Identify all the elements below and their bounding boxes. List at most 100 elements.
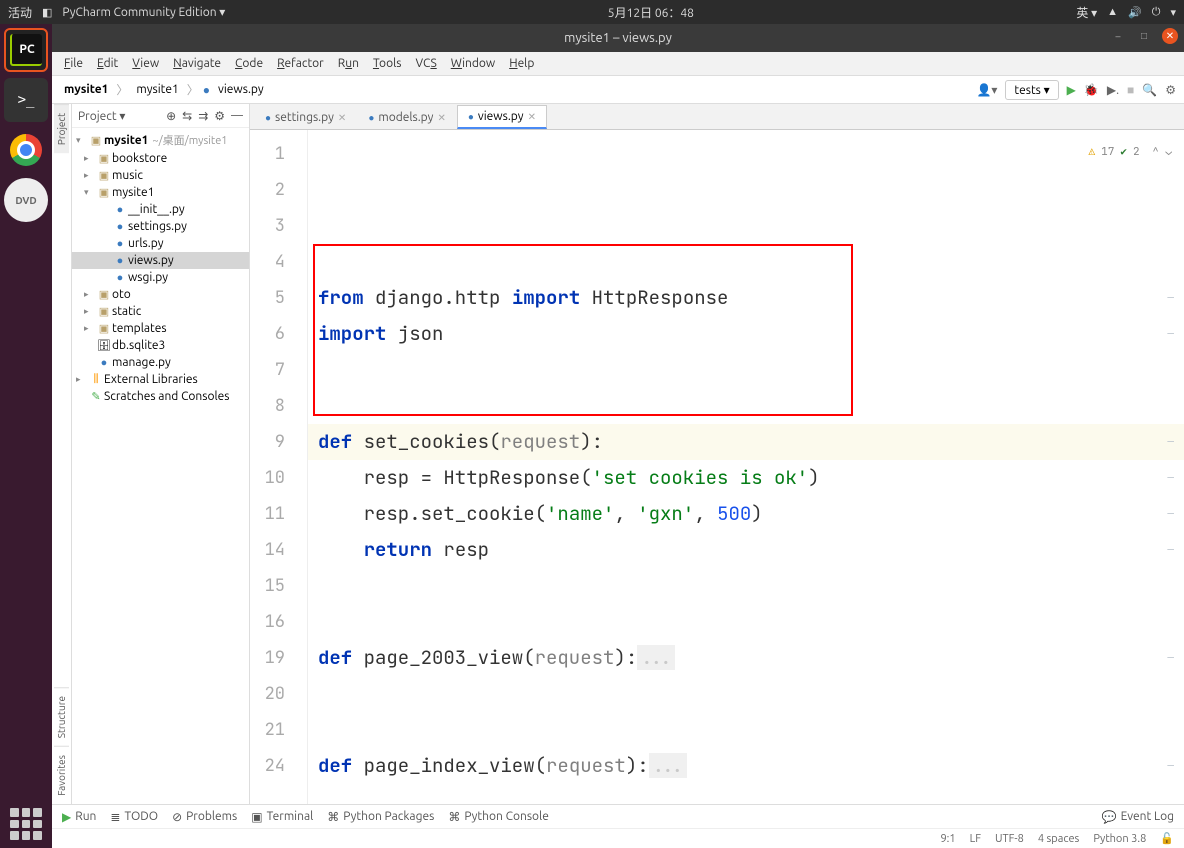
menu-tools[interactable]: Tools xyxy=(367,57,408,70)
left-tool-strip: Project Structure Favorites xyxy=(52,104,72,804)
input-method-indicator[interactable]: 英 ▾ xyxy=(1076,4,1097,21)
project-view-selector[interactable]: Project ▾ xyxy=(78,109,125,123)
power-icon[interactable]: ⏻ xyxy=(1152,6,1161,19)
project-tree: ▾▣mysite1~/桌面/mysite1 ▸▣bookstore ▸▣musi… xyxy=(72,128,249,804)
tool-python-console[interactable]: ⌘ Python Console xyxy=(448,810,549,824)
tool-terminal[interactable]: ▣ Terminal xyxy=(251,810,313,824)
bottom-tool-strip: ▶Run ≣ TODO ⊘ Problems ▣ Terminal ⌘ Pyth… xyxy=(52,804,1184,828)
project-gear-icon[interactable]: ⚙ xyxy=(214,109,225,123)
navigation-bar: mysite1 〉 mysite1 〉 ● views.py 👤▾ tests … xyxy=(52,76,1184,104)
window-close-icon[interactable]: ✕ xyxy=(1162,28,1178,44)
dock-chrome[interactable] xyxy=(4,128,48,172)
debug-icon[interactable]: 🐞 xyxy=(1084,83,1099,97)
tree-views[interactable]: ●views.py xyxy=(72,252,249,269)
tree-manage[interactable]: ●manage.py xyxy=(72,354,249,371)
pycharm-window: mysite1 – views.py – □ ✕ File Edit View … xyxy=(52,24,1184,848)
panel-datetime[interactable]: 5月12日 06：48 xyxy=(225,4,1076,21)
menu-edit[interactable]: Edit xyxy=(91,57,124,70)
breadcrumb-folder[interactable]: mysite1 xyxy=(132,81,182,98)
tree-scratches[interactable]: ✎Scratches and Consoles xyxy=(72,388,249,405)
project-options-icon[interactable]: ⇉ xyxy=(198,109,208,123)
tree-static[interactable]: ▸▣static xyxy=(72,303,249,320)
window-maximize-icon[interactable]: □ xyxy=(1136,28,1152,44)
menu-window[interactable]: Window xyxy=(445,57,501,70)
tool-event-log[interactable]: 💬 Event Log xyxy=(1102,810,1174,824)
tool-problems[interactable]: ⊘ Problems xyxy=(172,810,237,824)
status-bar: 9:1 LF UTF-8 4 spaces Python 3.8 🔓 xyxy=(52,828,1184,848)
menu-view[interactable]: View xyxy=(126,57,165,70)
status-encoding[interactable]: UTF-8 xyxy=(995,833,1024,845)
tree-root[interactable]: ▾▣mysite1~/桌面/mysite1 xyxy=(72,130,249,150)
ide-settings-icon[interactable]: ⚙ xyxy=(1165,83,1176,97)
inspection-widget[interactable]: ⚠17 ✔2 ^ ⌄ xyxy=(1089,134,1172,170)
status-caret-pos[interactable]: 9:1 xyxy=(940,833,955,845)
activities-label[interactable]: 活动 xyxy=(8,4,32,21)
status-sdk[interactable]: Python 3.8 xyxy=(1093,833,1146,845)
status-lock-icon[interactable]: 🔓 xyxy=(1160,832,1174,845)
project-tool-window: Project ▾ ⊕ ⇆ ⇉ ⚙ — ▾▣mysite1~/桌面/mysite… xyxy=(72,104,250,804)
ubuntu-dock: PC >_ DVD xyxy=(0,24,52,848)
network-icon[interactable]: ▲ xyxy=(1107,6,1118,18)
run-config-selector[interactable]: tests ▾ xyxy=(1005,80,1058,100)
menu-refactor[interactable]: Refactor xyxy=(271,57,330,70)
tree-music[interactable]: ▸▣music xyxy=(72,167,249,184)
tab-settings[interactable]: ●settings.py✕ xyxy=(254,106,357,129)
volume-icon[interactable]: 🔊 xyxy=(1128,6,1142,19)
line-number-gutter: 123456789101114151619202124 xyxy=(250,130,308,804)
project-collapse-icon[interactable]: ⇆ xyxy=(182,109,192,123)
menu-navigate[interactable]: Navigate xyxy=(167,57,227,70)
breadcrumb-file[interactable]: views.py xyxy=(214,81,268,98)
project-settings-icon[interactable]: ⊕ xyxy=(166,109,176,123)
dock-show-apps[interactable] xyxy=(10,808,42,840)
close-icon[interactable]: ✕ xyxy=(528,111,536,123)
tree-urls[interactable]: ●urls.py xyxy=(72,235,249,252)
status-indent[interactable]: 4 spaces xyxy=(1038,833,1080,845)
tree-init[interactable]: ●__init__.py xyxy=(72,201,249,218)
run-icon[interactable]: ▶ xyxy=(1067,83,1076,97)
code-editor[interactable]: ⚠17 ✔2 ^ ⌄ from django.http import HttpR… xyxy=(308,130,1184,804)
python-file-icon: ● xyxy=(203,83,210,97)
menu-file[interactable]: File xyxy=(58,57,89,70)
menu-run[interactable]: Run xyxy=(332,57,365,70)
tree-templates[interactable]: ▸▣templates xyxy=(72,320,249,337)
dock-pycharm[interactable]: PC xyxy=(4,28,48,72)
tool-favorites-tab[interactable]: Favorites xyxy=(54,746,69,804)
tree-oto[interactable]: ▸▣oto xyxy=(72,286,249,303)
status-line-sep[interactable]: LF xyxy=(970,833,981,845)
close-icon[interactable]: ✕ xyxy=(338,112,346,124)
search-everywhere-icon[interactable]: 🔍 xyxy=(1142,83,1157,97)
run-with-coverage-icon[interactable]: ▶. xyxy=(1107,83,1119,97)
tree-mysite1[interactable]: ▾▣mysite1 xyxy=(72,184,249,201)
tree-settings[interactable]: ●settings.py xyxy=(72,218,249,235)
menu-vcs[interactable]: VCS xyxy=(409,57,442,70)
tree-bookstore[interactable]: ▸▣bookstore xyxy=(72,150,249,167)
tree-wsgi[interactable]: ●wsgi.py xyxy=(72,269,249,286)
breadcrumb-sep: 〉 xyxy=(187,81,199,98)
tool-structure-tab[interactable]: Structure xyxy=(54,687,69,746)
editor-tabs: ●settings.py✕ ●models.py✕ ●views.py✕ xyxy=(250,104,1184,130)
window-minimize-icon[interactable]: – xyxy=(1110,28,1126,44)
editor-area: ●settings.py✕ ●models.py✕ ●views.py✕ 123… xyxy=(250,104,1184,804)
breadcrumb-root[interactable]: mysite1 xyxy=(60,81,112,98)
editor-body[interactable]: 123456789101114151619202124 ⚠17 ✔2 ^ ⌄ f… xyxy=(250,130,1184,804)
system-menu-icon[interactable]: ▾ xyxy=(1170,6,1176,19)
breadcrumb: mysite1 〉 mysite1 〉 ● views.py xyxy=(60,81,268,98)
tool-todo[interactable]: ≣ TODO xyxy=(110,810,158,824)
menu-help[interactable]: Help xyxy=(503,57,540,70)
tool-project-tab[interactable]: Project xyxy=(54,104,69,153)
add-user-icon[interactable]: 👤▾ xyxy=(976,83,997,97)
tool-run[interactable]: ▶Run xyxy=(62,810,96,824)
stop-icon[interactable]: ■ xyxy=(1127,83,1134,97)
tab-models[interactable]: ●models.py✕ xyxy=(357,106,457,129)
panel-app-name[interactable]: PyCharm Community Edition ▾ xyxy=(62,5,225,19)
dock-terminal[interactable]: >_ xyxy=(4,78,48,122)
menu-code[interactable]: Code xyxy=(229,57,269,70)
tree-external-libs[interactable]: ▸⫼External Libraries xyxy=(72,371,249,388)
tree-db[interactable]: 🗄db.sqlite3 xyxy=(72,337,249,354)
tool-python-packages[interactable]: ⌘ Python Packages xyxy=(327,810,434,824)
tab-views[interactable]: ●views.py✕ xyxy=(457,105,547,129)
window-titlebar: mysite1 – views.py – □ ✕ xyxy=(52,24,1184,52)
close-icon[interactable]: ✕ xyxy=(437,112,445,124)
project-hide-icon[interactable]: — xyxy=(231,109,243,122)
dock-dvd[interactable]: DVD xyxy=(4,178,48,222)
